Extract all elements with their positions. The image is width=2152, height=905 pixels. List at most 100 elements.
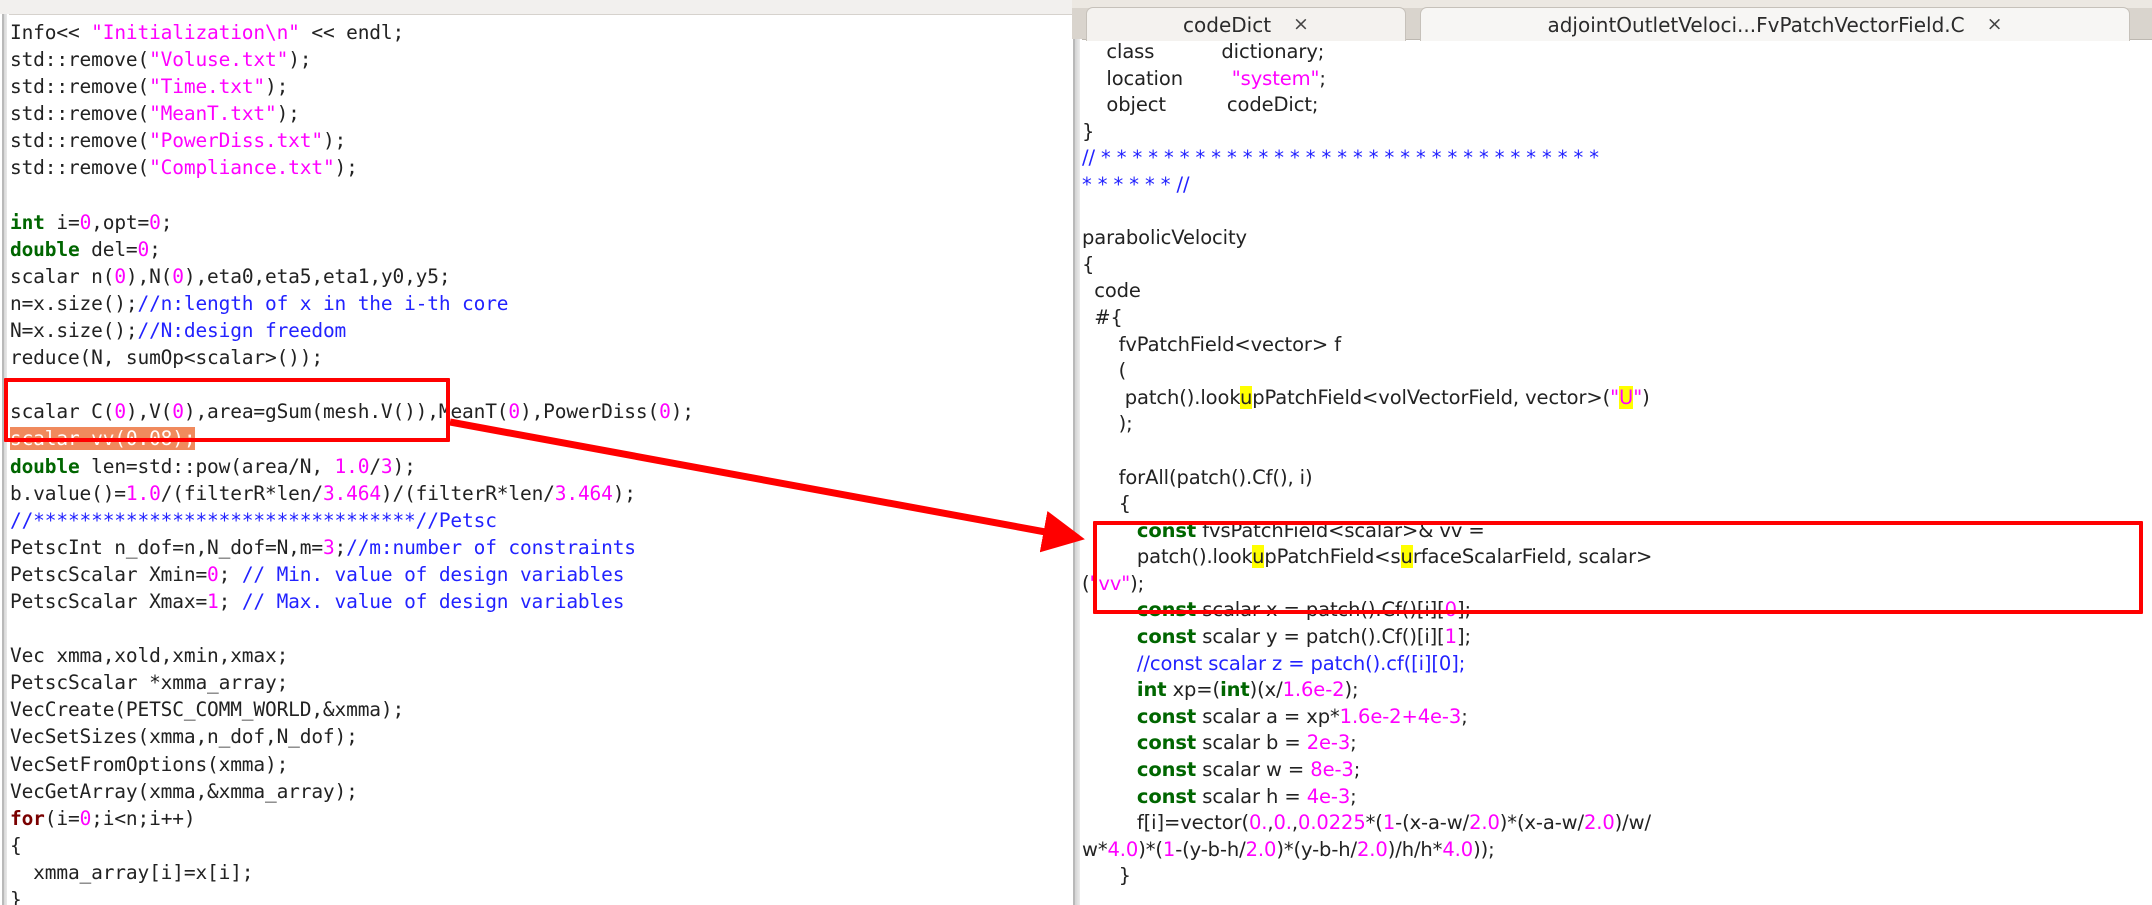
code-token: ( bbox=[1082, 571, 1090, 595]
code-token: scalar a = xp* bbox=[1196, 704, 1340, 728]
left-editor-topbar bbox=[0, 0, 1072, 15]
code-token: 3 bbox=[380, 454, 393, 478]
code-token: PetscInt n_dof=n,N_dof=N,m= bbox=[10, 535, 323, 559]
code-line: patch().lookupPatchField<volVectorField,… bbox=[1082, 385, 2152, 412]
code-token: //const scalar z = patch().cf([i][0]; bbox=[1136, 651, 1466, 675]
code-token: //n:length of x in the i-th core bbox=[137, 291, 509, 315]
code-token: scalar x = patch().Cf()[i][ bbox=[1196, 598, 1445, 622]
code-token: std::remove( bbox=[10, 48, 150, 72]
code-line: #{ bbox=[1082, 305, 2152, 332]
code-token: std::remove( bbox=[10, 129, 150, 153]
code-token: PetscScalar Xmin= bbox=[10, 562, 208, 586]
code-line: ( bbox=[1082, 358, 2152, 385]
tab-codedict[interactable]: codeDict × bbox=[1086, 7, 1406, 41]
code-token: 1 bbox=[1162, 837, 1176, 861]
code-line: const scalar w = 8e-3; bbox=[1082, 757, 2152, 784]
code-token: const bbox=[1136, 598, 1197, 622]
code-token: ); bbox=[322, 129, 347, 153]
code-token: "Voluse.txt" bbox=[149, 48, 289, 72]
code-token: double bbox=[10, 454, 80, 478]
code-token: scalar w = bbox=[1196, 758, 1311, 782]
code-token: VecGetArray(xmma,&xmma_array); bbox=[10, 779, 358, 803]
code-token: object codeDict; bbox=[1082, 93, 1319, 117]
code-token: scalar h = bbox=[1196, 784, 1307, 808]
code-token: { bbox=[1082, 492, 1131, 516]
editor-split-view: Info<< "Initialization\n" << endl; std::r… bbox=[0, 0, 2152, 905]
code-line: ); bbox=[1082, 411, 2152, 438]
code-token: 0. bbox=[1248, 811, 1268, 835]
code-token: )/(filterR*len/ bbox=[380, 481, 555, 505]
right-source-code[interactable]: class dictionary; location "system"; obj… bbox=[1082, 39, 2152, 905]
code-line: * * * * * * // bbox=[1082, 172, 2152, 199]
code-line: std::remove("Voluse.txt"); bbox=[10, 46, 1072, 73]
code-token: ; bbox=[1353, 758, 1361, 782]
code-token: ); bbox=[288, 48, 312, 72]
code-token: 1.0 bbox=[334, 454, 370, 478]
code-line: VecSetSizes(xmma,n_dof,N_dof); bbox=[10, 723, 1072, 750]
code-token: std::remove( bbox=[10, 102, 150, 126]
code-token: pPatchField<s bbox=[1264, 545, 1401, 569]
code-line: } bbox=[10, 886, 1072, 905]
code-token: scalar C( bbox=[10, 400, 115, 424]
code-token: PetscScalar Xmax= bbox=[10, 589, 208, 613]
code-token: reduce(N, sumOp<scalar>()); bbox=[10, 346, 323, 370]
close-icon[interactable]: × bbox=[1987, 15, 2003, 34]
code-token: 2.0 bbox=[1469, 811, 1500, 835]
left-source-code[interactable]: Info<< "Initialization\n" << endl; std::r… bbox=[10, 14, 1072, 905]
code-line: double len=std::pow(area/N, 1.0/3); bbox=[10, 453, 1072, 480]
code-token: 2e-3 bbox=[1306, 731, 1351, 755]
code-token: { bbox=[1082, 252, 1095, 276]
code-line: } bbox=[1082, 863, 2152, 890]
code-token: ; bbox=[334, 535, 347, 559]
code-token: } bbox=[1082, 119, 1095, 143]
left-editor-pane: Info<< "Initialization\n" << endl; std::r… bbox=[0, 0, 1072, 905]
code-token: ( bbox=[1082, 359, 1127, 383]
code-token: // * * * * * * * * * * * * * * * * * * *… bbox=[1082, 146, 1599, 170]
code-line: Info<< "Initialization\n" << endl; bbox=[10, 19, 1072, 46]
code-token: "vv" bbox=[1089, 571, 1131, 595]
code-token: 1.6e-2 bbox=[1282, 678, 1345, 702]
code-token: fvsPatchField<scalar>& vv = bbox=[1196, 518, 1485, 542]
code-line: f[i]=vector(0.,0.,0.0225*(1-(x-a-w/2.0)*… bbox=[1082, 810, 2152, 837]
tab-adjoint-outlet-velocity[interactable]: adjointOutletVeloci...FvPatchVectorField… bbox=[1420, 7, 2130, 41]
code-token: 1 bbox=[1382, 811, 1396, 835]
code-token: for bbox=[10, 806, 45, 830]
code-token: fvPatchField<vector> f bbox=[1082, 332, 1341, 356]
code-line: //const scalar z = patch().cf([i][0]; bbox=[1082, 651, 2152, 678]
code-token: ; bbox=[1350, 731, 1357, 755]
code-token: ); bbox=[276, 102, 300, 126]
close-icon[interactable]: × bbox=[1293, 15, 1309, 34]
code-token: // Max. value of design variables bbox=[241, 589, 625, 613]
code-line: PetscInt n_dof=n,N_dof=N,m=3;//m:number … bbox=[10, 534, 1072, 561]
code-token: ); bbox=[612, 481, 636, 505]
code-token: rfaceScalarField, scalar> bbox=[1412, 545, 1653, 569]
code-token: 2.0 bbox=[1583, 811, 1615, 835]
code-token: 0.0225 bbox=[1298, 811, 1366, 835]
code-token: "Initialization\n" bbox=[91, 21, 300, 44]
code-token: 1.6e-2+4e-3 bbox=[1339, 704, 1462, 728]
left-editor-gutter[interactable] bbox=[0, 14, 9, 905]
code-token: ); bbox=[1082, 412, 1133, 436]
code-line: PetscScalar Xmax=1; // Max. value of des… bbox=[10, 588, 1072, 615]
code-token: ,opt= bbox=[91, 210, 150, 234]
code-token: ; bbox=[218, 562, 242, 586]
code-token: ;i<n;i++) bbox=[91, 806, 196, 830]
right-editor-gutter[interactable] bbox=[1072, 39, 1082, 905]
code-line: VecSetFromOptions(xmma); bbox=[10, 751, 1072, 778]
code-line: for(i=0;i<n;i++) bbox=[10, 805, 1072, 832]
code-token: ; bbox=[218, 589, 242, 613]
code-token: 8e-3 bbox=[1310, 758, 1354, 782]
right-editor-pane: codeDict × adjointOutletVeloci...FvPatch… bbox=[1072, 0, 2152, 905]
code-token: )); bbox=[1473, 837, 1495, 861]
code-token: "Compliance.txt" bbox=[149, 156, 335, 180]
code-line: PetscScalar *xmma_array; bbox=[10, 669, 1072, 696]
code-line: const scalar a = xp*1.6e-2+4e-3; bbox=[1082, 704, 2152, 731]
code-token: 0 bbox=[114, 264, 126, 288]
code-token: N=x.size(); bbox=[10, 319, 138, 343]
